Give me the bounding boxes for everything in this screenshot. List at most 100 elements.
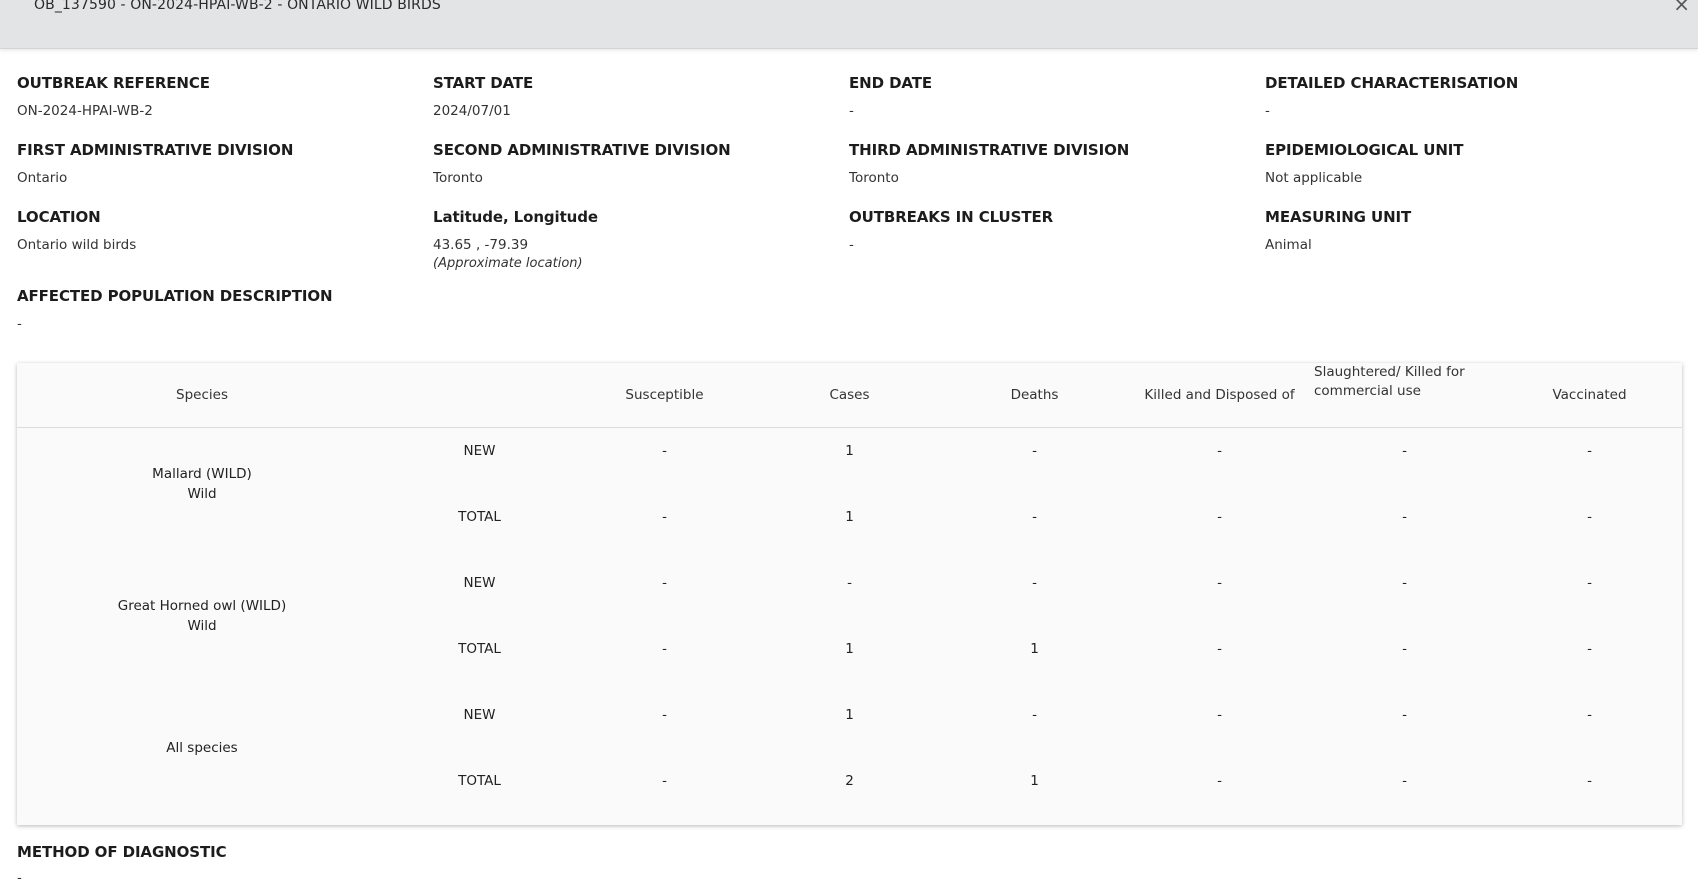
field-value: -	[1265, 103, 1270, 119]
col-header-vaccinated: Vaccinated	[1552, 387, 1627, 403]
cell-cases: 1	[845, 509, 854, 525]
field-value: Toronto	[849, 170, 899, 186]
field-value: Ontario wild birds	[17, 237, 137, 253]
col-header-slaughtered: Slaughtered/ Killed for commercial use	[1312, 363, 1497, 428]
field-outbreaks-in-cluster: OUTBREAKS IN CLUSTER -	[849, 208, 1249, 253]
field-method-of-diagnostic: METHOD OF DIAGNOSTIC -	[17, 843, 417, 886]
field-label: LOCATION	[17, 208, 101, 226]
cell-type: NEW	[463, 443, 496, 459]
cell-vaccinated: -	[1587, 575, 1592, 591]
species-name: All species	[17, 738, 387, 758]
cell-cases: 1	[845, 707, 854, 723]
close-icon[interactable]: ×	[1673, 0, 1690, 14]
field-label: SECOND ADMINISTRATIVE DIVISION	[433, 141, 731, 159]
cell-type: NEW	[463, 707, 496, 723]
cell-susceptible: -	[662, 509, 667, 525]
cell-killed-disposed: -	[1217, 509, 1222, 525]
field-affected-population: AFFECTED POPULATION DESCRIPTION -	[17, 287, 417, 332]
cell-deaths: 1	[1030, 773, 1039, 789]
species-label: Great Horned owl (WILD)	[117, 598, 287, 614]
cell-cases: -	[847, 575, 852, 591]
cell-slaughtered: -	[1402, 707, 1407, 723]
cell-slaughtered: -	[1402, 773, 1407, 789]
cell-type: TOTAL	[458, 773, 501, 789]
modal-header: OB_137590 - ON-2024-HPAI-WB-2 - ONTARIO …	[0, 0, 1698, 49]
cell-cases: 2	[845, 773, 854, 789]
col-header-species: Species	[176, 387, 228, 403]
cell-type: NEW	[463, 575, 496, 591]
field-label: EPIDEMIOLOGICAL UNIT	[1265, 141, 1464, 159]
cell-killed-disposed: -	[1217, 773, 1222, 789]
field-label: METHOD OF DIAGNOSTIC	[17, 843, 227, 861]
field-end-date: END DATE -	[849, 74, 1249, 119]
field-value: Not applicable	[1265, 170, 1363, 186]
species-category: Wild	[187, 618, 217, 634]
modal-title: OB_137590 - ON-2024-HPAI-WB-2 - ONTARIO …	[34, 0, 441, 13]
quantitative-data-table: Species Susceptible Cases Deaths Killed …	[17, 363, 1682, 825]
cell-slaughtered: -	[1402, 443, 1407, 459]
cell-vaccinated: -	[1587, 707, 1592, 723]
cell-cases: 1	[845, 443, 854, 459]
field-location: LOCATION Ontario wild birds	[17, 208, 417, 253]
cell-type: TOTAL	[458, 641, 501, 657]
cell-deaths: -	[1032, 707, 1037, 723]
field-label: AFFECTED POPULATION DESCRIPTION	[17, 287, 333, 305]
field-value: -	[17, 870, 22, 886]
field-first-admin-division: FIRST ADMINISTRATIVE DIVISION Ontario	[17, 141, 417, 186]
cell-vaccinated: -	[1587, 773, 1592, 789]
cell-susceptible: -	[662, 443, 667, 459]
field-value: Ontario	[17, 170, 68, 186]
cell-killed-disposed: -	[1217, 443, 1222, 459]
field-label: END DATE	[849, 74, 933, 92]
field-measuring-unit: MEASURING UNIT Animal	[1265, 208, 1665, 253]
cell-slaughtered: -	[1402, 509, 1407, 525]
field-value: Animal	[1265, 237, 1312, 253]
field-value: 43.65 , -79.39	[433, 237, 529, 253]
cell-cases: 1	[845, 641, 854, 657]
cell-killed-disposed: -	[1217, 641, 1222, 657]
approximate-location-note: (Approximate location)	[433, 256, 583, 271]
field-second-admin-division: SECOND ADMINISTRATIVE DIVISION Toronto	[433, 141, 833, 186]
field-lat-long: Latitude, Longitude 43.65 , -79.39 (Appr…	[433, 208, 833, 271]
col-header-susceptible: Susceptible	[625, 387, 704, 403]
field-label: OUTBREAKS IN CLUSTER	[849, 208, 1054, 226]
cell-susceptible: -	[662, 707, 667, 723]
cell-killed-disposed: -	[1217, 707, 1222, 723]
cell-deaths: 1	[1030, 641, 1039, 657]
field-outbreak-reference: OUTBREAK REFERENCE ON-2024-HPAI-WB-2	[17, 74, 417, 119]
col-header-slaughtered-line2: commercial use	[1314, 383, 1421, 399]
field-label: START DATE	[433, 74, 534, 92]
field-value: Toronto	[433, 170, 483, 186]
cell-vaccinated: -	[1587, 641, 1592, 657]
field-value: -	[17, 316, 22, 332]
cell-slaughtered: -	[1402, 641, 1407, 657]
field-epidemiological-unit: EPIDEMIOLOGICAL UNIT Not applicable	[1265, 141, 1665, 186]
cell-susceptible: -	[662, 773, 667, 789]
species-label: All species	[166, 740, 238, 756]
field-value: -	[849, 237, 854, 253]
field-label: Latitude, Longitude	[433, 208, 598, 226]
species-name: Mallard (WILD) Wild	[17, 464, 387, 504]
col-header-deaths: Deaths	[1010, 387, 1059, 403]
col-header-killed-disposed: Killed and Disposed of	[1144, 387, 1295, 403]
field-label: FIRST ADMINISTRATIVE DIVISION	[17, 141, 294, 159]
col-header-slaughtered-line1: Slaughtered/ Killed for	[1314, 364, 1465, 380]
cell-susceptible: -	[662, 575, 667, 591]
species-category: Wild	[187, 486, 217, 502]
cell-deaths: -	[1032, 575, 1037, 591]
cell-killed-disposed: -	[1217, 575, 1222, 591]
cell-deaths: -	[1032, 509, 1037, 525]
field-detailed-characterisation: DETAILED CHARACTERISATION -	[1265, 74, 1665, 119]
field-label: THIRD ADMINISTRATIVE DIVISION	[849, 141, 1130, 159]
field-value: ON-2024-HPAI-WB-2	[17, 103, 153, 119]
col-header-cases: Cases	[829, 387, 870, 403]
cell-vaccinated: -	[1587, 509, 1592, 525]
cell-deaths: -	[1032, 443, 1037, 459]
field-label: DETAILED CHARACTERISATION	[1265, 74, 1519, 92]
cell-slaughtered: -	[1402, 575, 1407, 591]
cell-vaccinated: -	[1587, 443, 1592, 459]
field-value: -	[849, 103, 854, 119]
table-header: Species Susceptible Cases Deaths Killed …	[17, 363, 1682, 428]
field-third-admin-division: THIRD ADMINISTRATIVE DIVISION Toronto	[849, 141, 1249, 186]
cell-type: TOTAL	[458, 509, 501, 525]
